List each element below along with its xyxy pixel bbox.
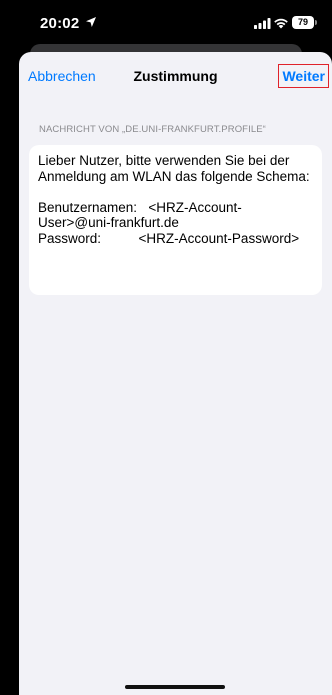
message-card: Lieber Nutzer, bitte verwenden Sie bei d… — [29, 145, 322, 295]
location-arrow-icon — [86, 17, 96, 27]
home-indicator[interactable] — [125, 685, 225, 689]
status-time: 20:02 — [40, 15, 80, 32]
next-button[interactable]: Weiter — [278, 64, 329, 88]
wifi-icon — [274, 18, 288, 29]
message-text: Lieber Nutzer, bitte verwenden Sie bei d… — [38, 153, 310, 246]
signal-icon — [254, 18, 271, 29]
status-bar: 20:02 79 — [0, 0, 332, 42]
navigation-bar: Abbrechen Zustimmung Weiter — [19, 52, 332, 96]
battery-cap — [315, 20, 317, 25]
consent-sheet: Abbrechen Zustimmung Weiter NACHRICHT VO… — [19, 52, 332, 695]
section-header: NACHRICHT VON „DE.UNI-FRANKFURT.PROFILE“ — [39, 124, 266, 135]
battery-icon: 79 — [292, 16, 314, 29]
